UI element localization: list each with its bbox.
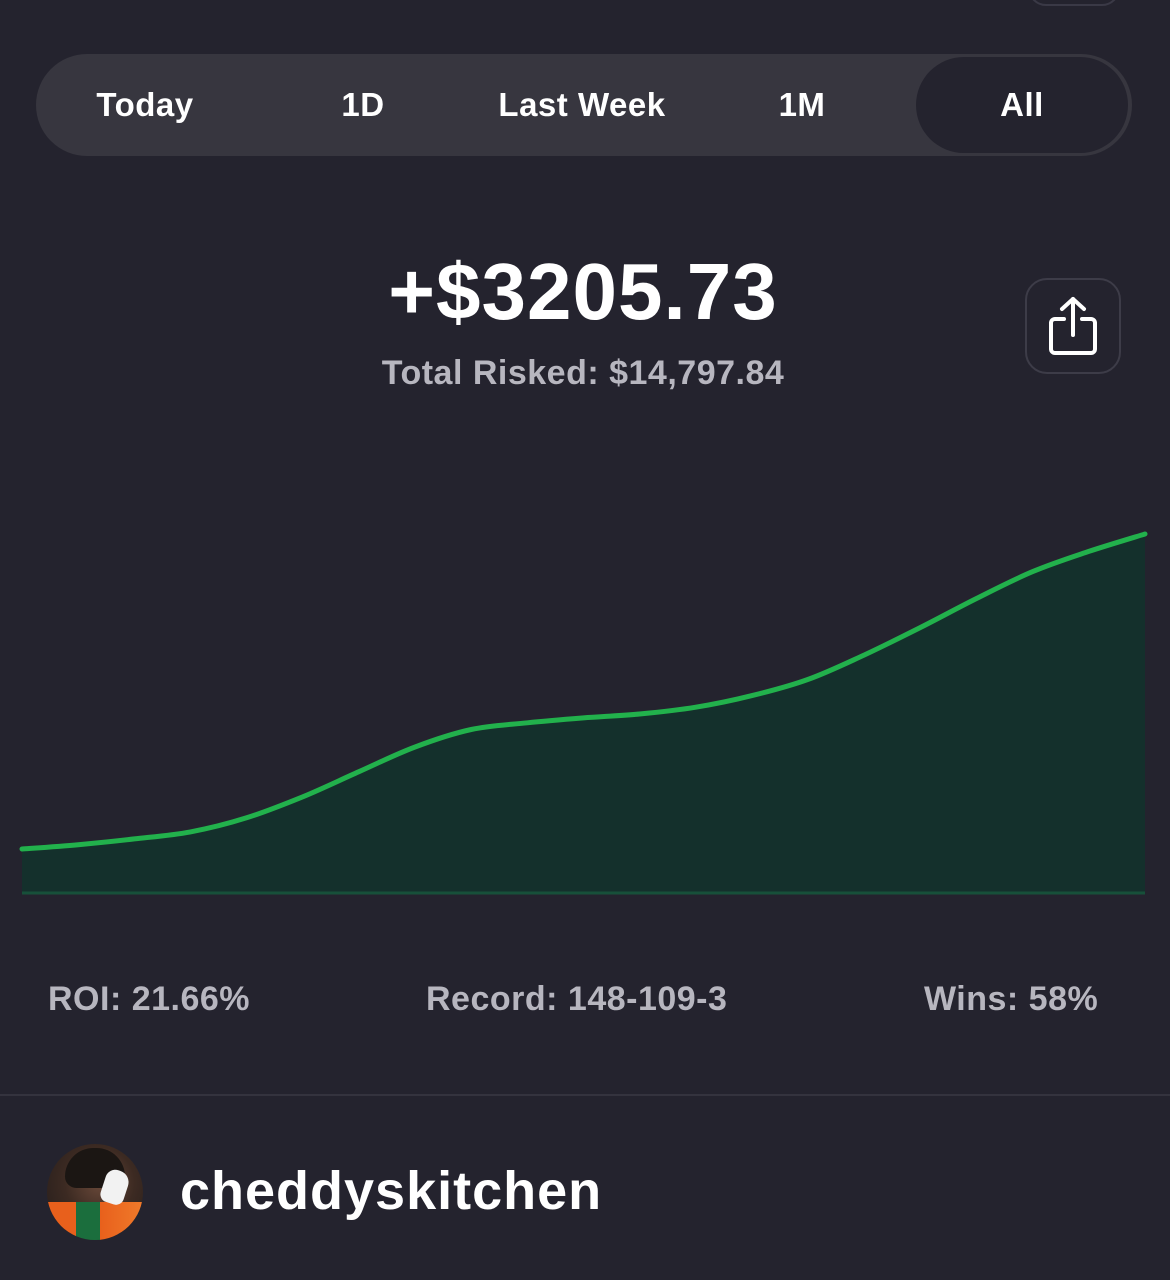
avatar[interactable] — [47, 1144, 143, 1240]
top-right-pill-edge — [1028, 0, 1120, 6]
tab-today[interactable]: Today — [36, 54, 254, 156]
profit-line — [19, 531, 1148, 852]
time-range-selector: Today 1D Last Week 1M All — [36, 54, 1132, 156]
total-risked: Total Risked: $14,797.84 — [381, 354, 785, 392]
share-icon — [1049, 297, 1097, 355]
tab-1d[interactable]: 1D — [254, 54, 472, 156]
username[interactable]: cheddyskitchen — [180, 1160, 602, 1222]
record-stat: Record: 148-109-3 — [426, 980, 728, 1018]
tab-all[interactable]: All — [916, 57, 1128, 153]
profit-area-fill — [22, 534, 1145, 893]
roi-stat: ROI: 21.66% — [48, 980, 251, 1018]
avatar-jersey — [47, 1202, 143, 1240]
tab-1m[interactable]: 1M — [692, 54, 912, 156]
share-button[interactable] — [1025, 278, 1121, 374]
wins-stat: Wins: 58% — [924, 980, 1099, 1018]
profit-total: +$3205.73 — [388, 247, 778, 336]
profit-chart — [19, 531, 1148, 895]
tab-last-week[interactable]: Last Week — [472, 54, 692, 156]
section-divider — [0, 1094, 1170, 1096]
